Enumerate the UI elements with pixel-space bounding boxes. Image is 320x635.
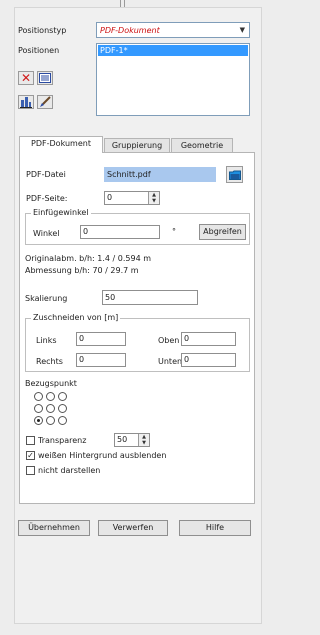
transparenz-label: Transparenz (38, 436, 87, 445)
nicht-darstellen-label: nicht darstellen (38, 466, 101, 475)
bezugspunkt-radio-center[interactable] (46, 404, 55, 413)
chevron-down-icon: ▼ (239, 26, 245, 34)
links-field[interactable]: 0 (76, 332, 126, 346)
transparenz-spin-buttons[interactable]: ▲ ▼ (138, 434, 149, 446)
bezugspunkt-radio-top-left[interactable] (34, 392, 43, 401)
skalierung-field[interactable]: 50 (102, 290, 198, 305)
originalabmessung-text: Originalabm. b/h: 1.4 / 0.594 m (25, 254, 151, 263)
abgreifen-button[interactable]: Abgreifen (199, 224, 246, 240)
bezugspunkt-radio-top-center[interactable] (46, 392, 55, 401)
winkel-label: Winkel (33, 229, 60, 238)
links-label: Links (36, 336, 57, 345)
rechts-field[interactable]: 0 (76, 353, 126, 367)
positionstyp-label: Positionstyp (18, 26, 67, 35)
list-item[interactable]: PDF-1* (98, 45, 248, 56)
list-icon (39, 73, 51, 83)
bezugspunkt-radio-middle-right[interactable] (58, 404, 67, 413)
pdf-seite-spin-buttons[interactable]: ▲ ▼ (148, 192, 159, 204)
delete-button[interactable]: ✕ (18, 71, 34, 85)
oben-field[interactable]: 0 (181, 332, 236, 346)
delete-icon: ✕ (20, 71, 32, 85)
positionstyp-select[interactable]: PDF-Dokument ▼ (96, 22, 250, 38)
pdf-datei-field[interactable]: Schnitt.pdf (104, 167, 216, 182)
transparenz-checkbox[interactable] (26, 436, 35, 445)
pdf-seite-value: 0 (107, 193, 113, 202)
building-button[interactable] (18, 95, 34, 109)
unten-label: Unten (158, 357, 183, 366)
bezugspunkt-radio-bottom-right[interactable] (58, 416, 67, 425)
brush-button[interactable] (37, 95, 53, 109)
transparenz-spinner[interactable]: 50 ▲ ▼ (114, 433, 150, 447)
oben-label: Oben (158, 336, 180, 345)
weissen-hintergrund-label: weißen Hintergrund ausblenden (38, 451, 167, 460)
folder-icon (228, 170, 241, 180)
positionen-list[interactable]: PDF-1* (96, 43, 250, 116)
skalierung-label: Skalierung (25, 294, 68, 303)
positionen-label: Positionen (18, 46, 60, 55)
bezugspunkt-radio-bottom-center[interactable] (46, 416, 55, 425)
tab-geometrie[interactable]: Geometrie (171, 138, 233, 153)
list-button[interactable] (37, 71, 53, 85)
winkel-field[interactable]: 0 (80, 225, 160, 239)
pdf-datei-label: PDF-Datei (26, 170, 66, 179)
bezugspunkt-radio-top-right[interactable] (58, 392, 67, 401)
bezugspunkt-radio-middle-left[interactable] (34, 404, 43, 413)
einfuegewinkel-legend: Einfügewinkel (31, 208, 91, 217)
tab-gruppierung[interactable]: Gruppierung (104, 138, 170, 153)
bezugspunkt-label: Bezugspunkt (25, 379, 77, 388)
open-file-button[interactable] (226, 166, 243, 183)
zuschneiden-legend: Zuschneiden von [m] (31, 313, 121, 322)
pdf-seite-label: PDF-Seite: (26, 194, 68, 203)
window-edge-handle (120, 0, 125, 7)
uebernehmen-button[interactable]: Übernehmen (18, 520, 90, 536)
rechts-label: Rechts (36, 357, 63, 366)
building-icon (20, 97, 32, 108)
hilfe-button[interactable]: Hilfe (179, 520, 251, 536)
brush-icon (40, 96, 51, 107)
bezugspunkt-radio-bottom-left[interactable] (34, 416, 43, 425)
abmessung-text: Abmessung b/h: 70 / 29.7 m (25, 266, 139, 275)
weissen-hintergrund-checkbox[interactable]: ✓ (26, 451, 35, 460)
nicht-darstellen-checkbox[interactable] (26, 466, 35, 475)
positionstyp-value: PDF-Dokument (100, 26, 160, 35)
tab-pdf-dokument[interactable]: PDF-Dokument (19, 136, 103, 153)
winkel-unit: ° (172, 227, 176, 236)
unten-field[interactable]: 0 (181, 353, 236, 367)
transparenz-value: 50 (117, 435, 128, 444)
spin-down-icon: ▼ (142, 440, 146, 446)
verwerfen-button[interactable]: Verwerfen (98, 520, 168, 536)
spin-down-icon: ▼ (152, 198, 156, 204)
pdf-seite-spinner[interactable]: 0 ▲ ▼ (104, 191, 160, 205)
